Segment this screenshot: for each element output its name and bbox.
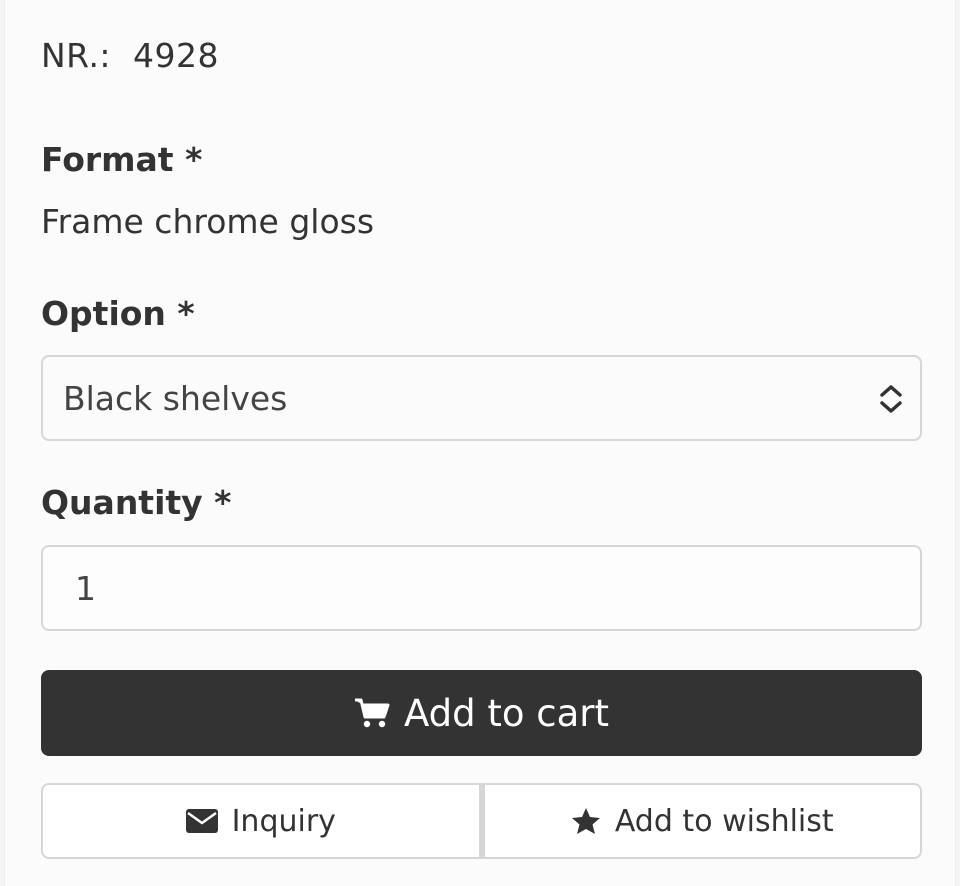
add-to-wishlist-label: Add to wishlist bbox=[614, 803, 834, 839]
format-value: Frame chrome gloss bbox=[41, 202, 375, 241]
secondary-actions: Inquiry Add to wishlist bbox=[41, 783, 922, 859]
quantity-label: Quantity * bbox=[41, 483, 232, 522]
product-number-label: NR.: bbox=[41, 36, 112, 75]
inquiry-button[interactable]: Inquiry bbox=[41, 783, 481, 859]
envelope-icon bbox=[185, 809, 218, 833]
updown-chevron-icon bbox=[880, 385, 902, 413]
product-number-value: 4928 bbox=[133, 36, 220, 75]
product-options-card: NR.: 4928 Format * Frame chrome gloss Op… bbox=[4, 0, 956, 886]
option-label: Option * bbox=[41, 294, 195, 333]
format-label: Format * bbox=[41, 140, 203, 179]
add-to-cart-label: Add to cart bbox=[403, 691, 610, 735]
add-to-cart-button[interactable]: Add to cart bbox=[41, 670, 922, 756]
option-selected-value: Black shelves bbox=[63, 379, 288, 418]
add-to-wishlist-button[interactable]: Add to wishlist bbox=[480, 783, 922, 859]
product-number: NR.: 4928 bbox=[41, 36, 219, 75]
option-select[interactable]: Black shelves bbox=[41, 355, 922, 441]
quantity-value: 1 bbox=[75, 569, 96, 608]
star-icon bbox=[571, 808, 600, 834]
quantity-input[interactable]: 1 bbox=[41, 545, 922, 631]
cart-icon bbox=[354, 698, 390, 728]
inquiry-label: Inquiry bbox=[231, 803, 336, 839]
